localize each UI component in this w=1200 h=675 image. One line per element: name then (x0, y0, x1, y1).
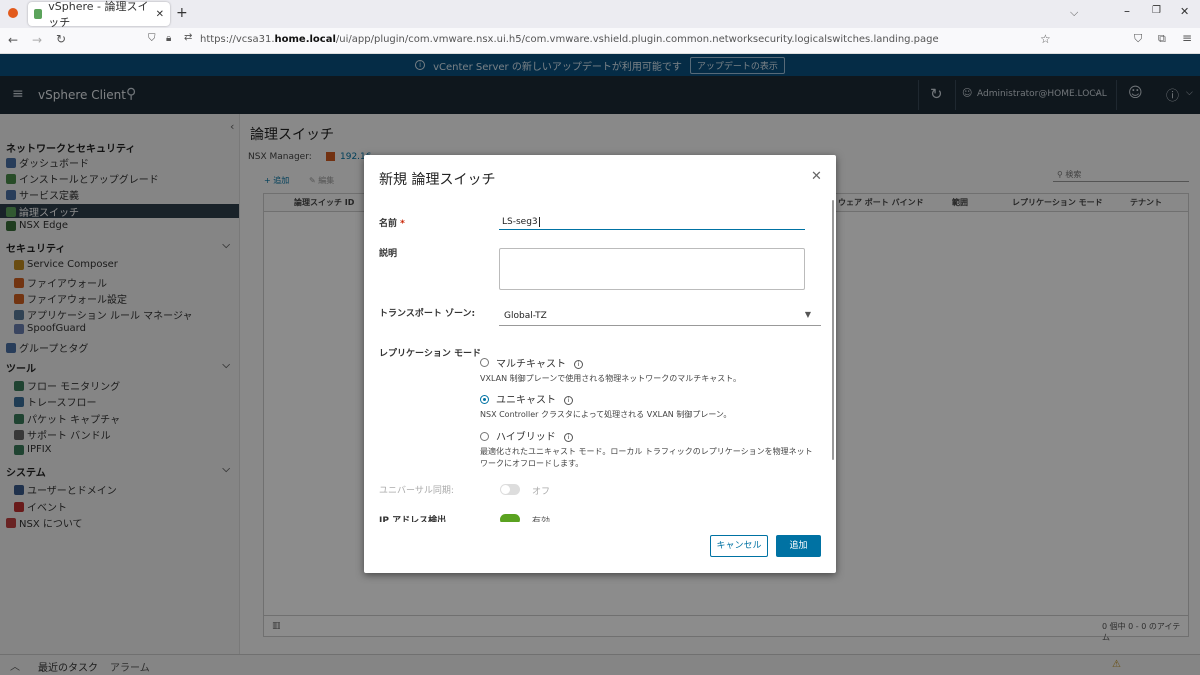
tab-title: vSphere - 論理スイッチ (48, 0, 149, 29)
name-label-text: 名前 (379, 219, 398, 229)
cancel-button[interactable]: キャンセル (710, 535, 768, 557)
universal-sync-label: ユニバーサル同期: (379, 486, 454, 496)
lock-icon[interactable]: 🔒︎ (166, 33, 171, 44)
description-label: 説明 (379, 249, 398, 259)
hybrid-option[interactable]: ハイブリッド i (496, 428, 573, 443)
new-tab-icon[interactable]: + (176, 5, 188, 21)
close-icon[interactable]: ✕ (811, 169, 822, 184)
unicast-radio[interactable] (480, 395, 489, 404)
description-textarea[interactable] (499, 248, 805, 290)
url-prefix: https://vcsa31. (200, 34, 275, 45)
hybrid-radio[interactable] (480, 432, 489, 441)
new-logical-switch-dialog: 新規 論理スイッチ ✕ 名前 * LS-seg3 説明 トランスポート ゾーン:… (364, 155, 836, 573)
browser-tab[interactable]: vSphere - 論理スイッチ ✕ (28, 0, 170, 29)
dialog-title: 新規 論理スイッチ (379, 172, 496, 188)
back-icon[interactable]: ← (8, 33, 18, 47)
hybrid-label: ハイブリッド (496, 432, 556, 443)
minimize-icon[interactable]: – (1124, 4, 1130, 18)
window-close-icon[interactable]: ✕ (1180, 5, 1189, 18)
forward-icon[interactable]: → (32, 33, 42, 47)
menu-icon[interactable]: ≡ (1182, 31, 1192, 45)
bookmark-star-icon[interactable]: ☆ (1040, 32, 1051, 46)
multicast-label: マルチキャスト (496, 359, 566, 370)
unicast-help: NSX Controller クラスタによって処理される VXLAN 制御プレー… (480, 410, 732, 419)
vsphere-tab-icon (34, 9, 43, 19)
toggle-knob (501, 485, 510, 494)
url-host: home.local (274, 34, 336, 45)
name-value: LS-seg3 (502, 217, 538, 227)
transport-zone-label: トランスポート ゾーン: (379, 309, 476, 319)
unicast-option[interactable]: ユニキャスト i (496, 391, 573, 406)
firefox-icon (8, 8, 18, 18)
unicast-info-icon[interactable]: i (564, 395, 573, 405)
multicast-help: VXLAN 制御プレーンで使用される物理ネットワークのマルチキャスト。 (480, 374, 742, 383)
transport-zone-select[interactable]: Global-TZ ▼ (499, 305, 821, 326)
hybrid-help: 最適化されたユニキャスト モード。ローカル トラフィックのレプリケーションを物理… (480, 447, 813, 468)
reload-icon[interactable]: ↻ (56, 32, 66, 46)
dialog-scrollbar[interactable] (832, 200, 834, 460)
browser-tab-strip: vSphere - 論理スイッチ ✕ + ⌵ – ❐ ✕ (0, 0, 1200, 29)
text-cursor (538, 217, 540, 227)
add-button[interactable]: 追加 (776, 535, 821, 557)
url-path: /ui/app/plugin/com.vmware.nsx.ui.h5/com.… (335, 34, 939, 45)
pocket-icon[interactable]: ⛉ (1134, 32, 1142, 46)
name-input[interactable]: LS-seg3 (499, 213, 805, 230)
ip-discovery-toggle[interactable] (500, 514, 520, 522)
permissions-icon[interactable]: ⇄ (184, 32, 192, 43)
replication-mode-label: レプリケーション モード (379, 349, 481, 359)
clipped-row: IP アドレス検出 有効 (364, 511, 832, 522)
url-field[interactable]: https://vcsa31.home.local/ui/app/plugin/… (200, 34, 939, 45)
ip-discovery-value: 有効 (532, 517, 551, 522)
dropdown-caret-icon: ▼ (804, 310, 811, 319)
unicast-label: ユニキャスト (496, 395, 556, 406)
ip-discovery-label: IP アドレス検出 (379, 516, 447, 522)
shield-icon[interactable]: ⛉ (148, 33, 156, 44)
tab-close-icon[interactable]: ✕ (156, 9, 164, 20)
name-label: 名前 * (379, 216, 405, 229)
multicast-option[interactable]: マルチキャスト i (496, 355, 583, 370)
required-mark: * (400, 219, 405, 229)
transport-zone-value: Global-TZ (504, 311, 547, 321)
multicast-radio[interactable] (480, 358, 489, 367)
hybrid-info-icon[interactable]: i (563, 432, 573, 442)
multicast-info-icon[interactable]: i (574, 359, 583, 369)
extensions-icon[interactable]: ⧉ (1158, 32, 1166, 46)
maximize-icon[interactable]: ❐ (1152, 5, 1161, 16)
universal-sync-toggle[interactable] (500, 484, 520, 495)
universal-sync-value: オフ (532, 487, 551, 497)
tab-list-chevron-icon[interactable]: ⌵ (1070, 6, 1078, 20)
modal-backdrop-top (0, 54, 1200, 114)
